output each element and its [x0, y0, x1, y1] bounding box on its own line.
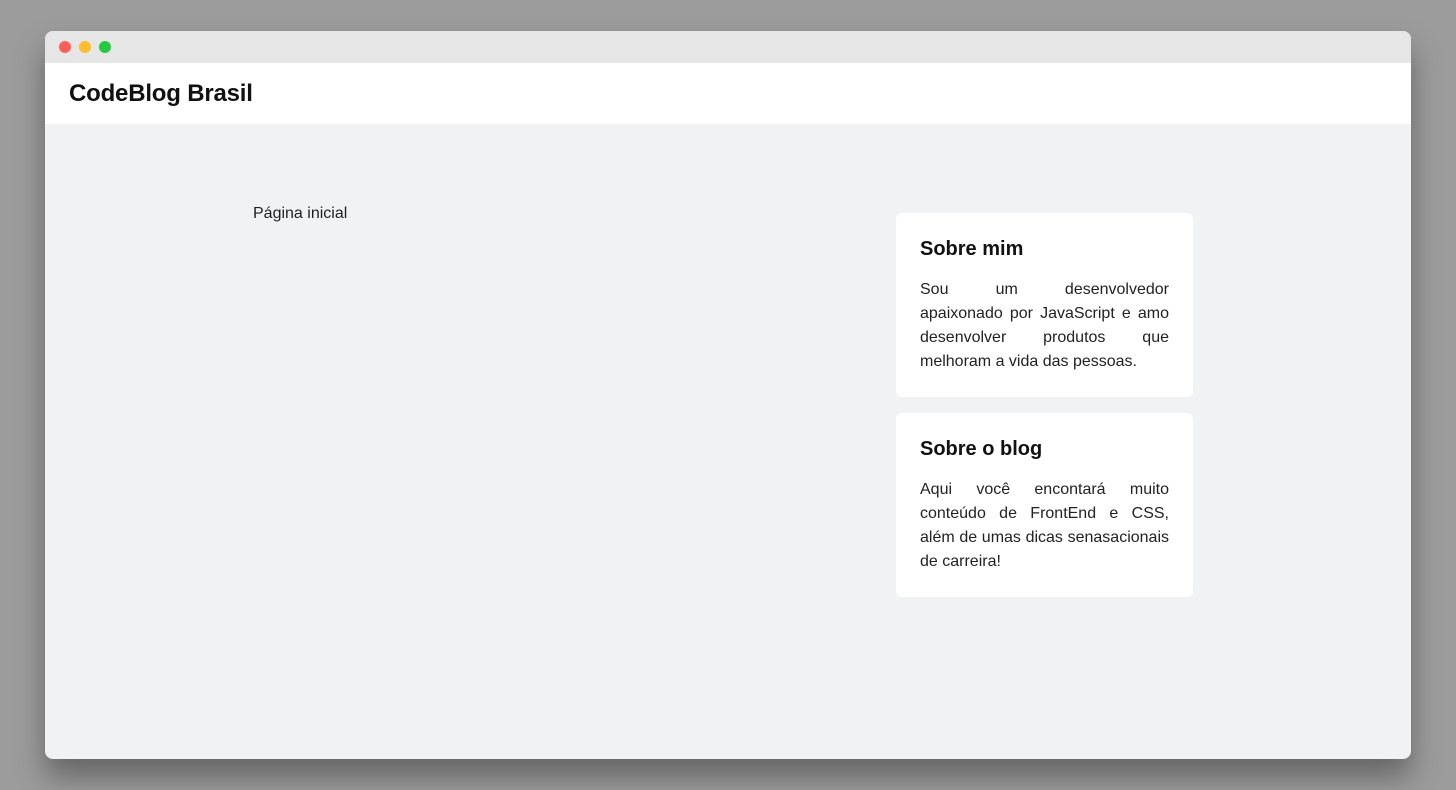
page-breadcrumb: Página inicial: [253, 205, 348, 222]
about-me-text: Sou um desenvolvedor apaixonado por Java…: [920, 281, 1169, 370]
window-titlebar: [45, 31, 1411, 63]
main-content: Página inicial Sobre mim Sou um desenvol…: [45, 124, 1411, 759]
site-brand[interactable]: CodeBlog Brasil: [69, 78, 253, 110]
site-header: CodeBlog Brasil: [45, 63, 1411, 124]
maximize-window-button[interactable]: [99, 41, 111, 53]
browser-window: CodeBlog Brasil Página inicial Sobre mim…: [45, 31, 1411, 759]
about-me-card: Sobre mim Sou um desenvolvedor apaixonad…: [896, 213, 1193, 397]
about-blog-card: Sobre o blog Aqui você encontará muito c…: [896, 413, 1193, 597]
about-blog-title: Sobre o blog: [920, 438, 1043, 460]
about-me-title: Sobre mim: [920, 238, 1024, 260]
minimize-window-button[interactable]: [79, 41, 91, 53]
about-blog-text: Aqui você encontará muito conteúdo de Fr…: [920, 481, 1169, 570]
close-window-button[interactable]: [59, 41, 71, 53]
